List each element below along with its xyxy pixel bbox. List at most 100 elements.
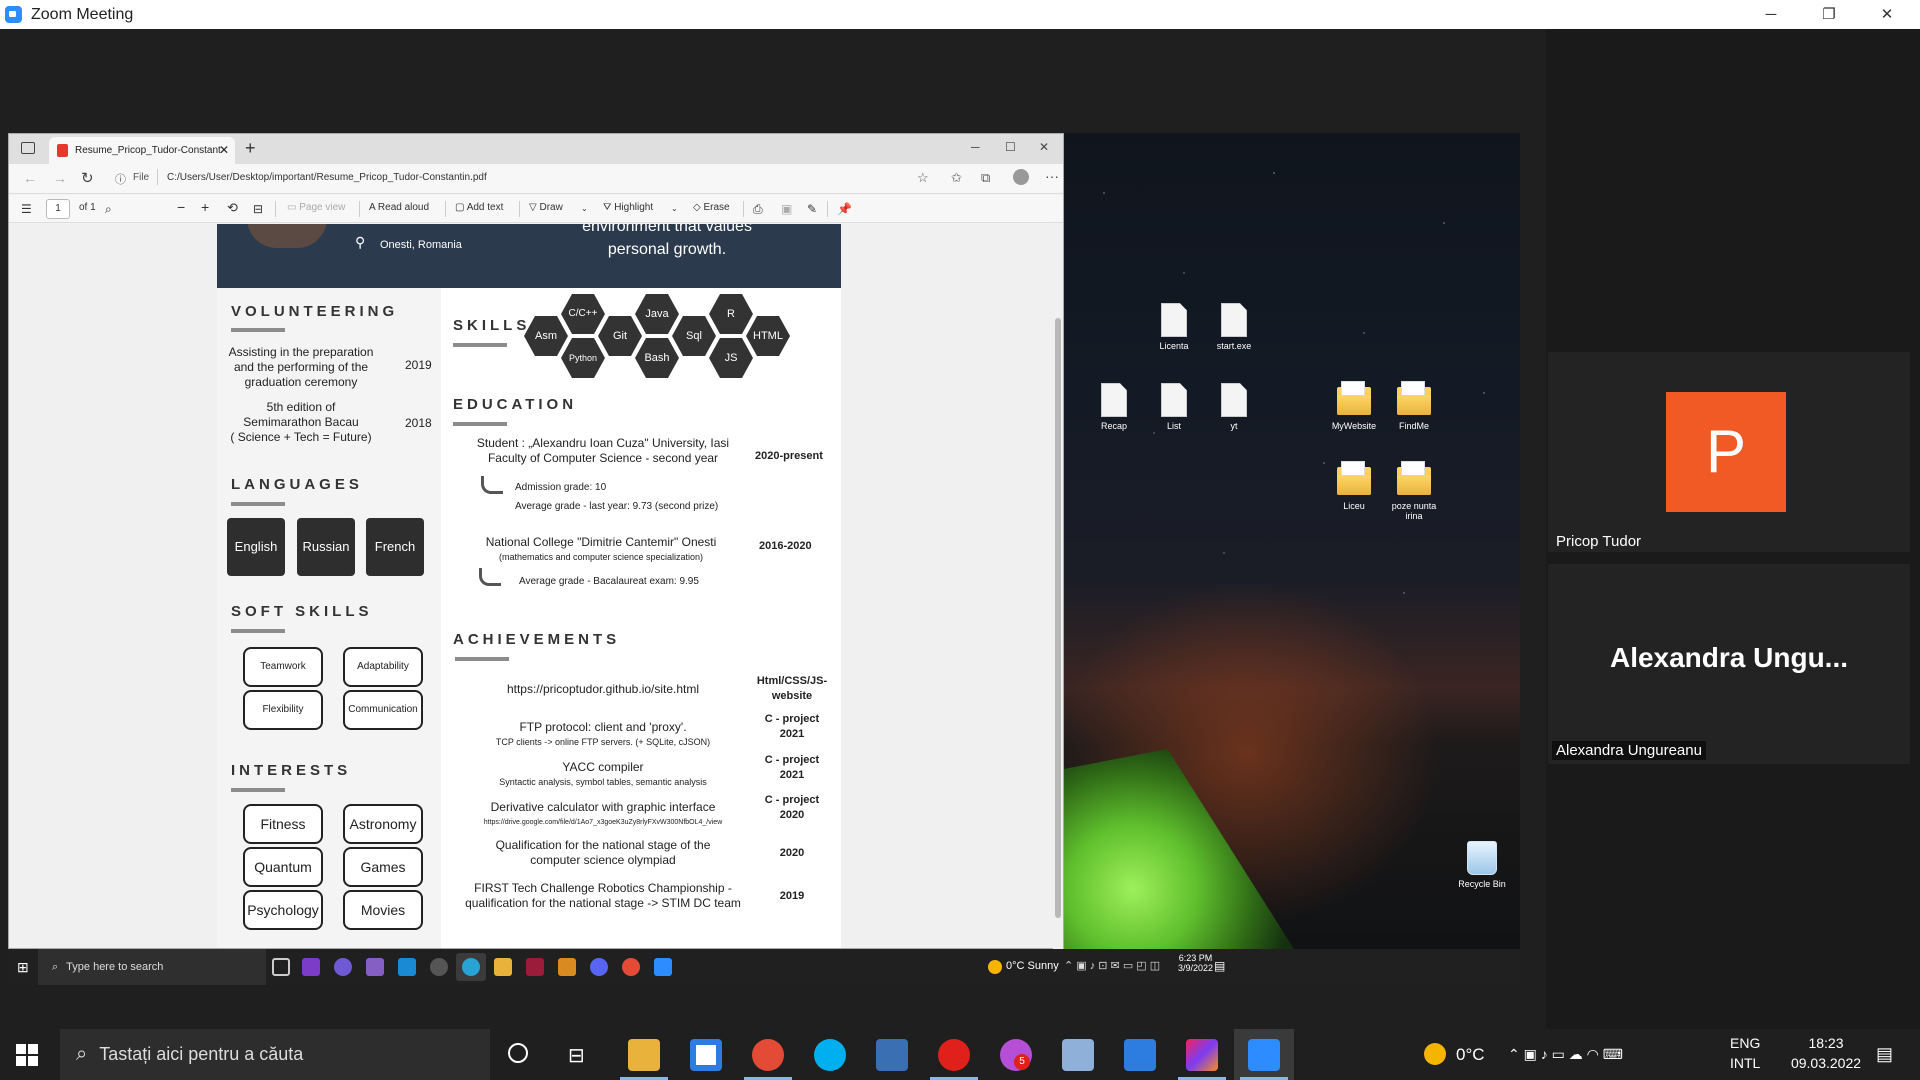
edge-minimize-icon[interactable]: ─ [971, 140, 980, 154]
read-aloud-button[interactable]: A︎ Read aloud [369, 202, 429, 213]
action-center-icon[interactable]: ▤ [1876, 1029, 1893, 1080]
desktop-icon-recycle-bin[interactable]: Recycle Bin [1450, 841, 1514, 889]
remote-task-view-icon[interactable] [272, 958, 290, 976]
volunteering-item: 5th edition of Semimarathon Bacau ( Scie… [230, 400, 372, 444]
minimize-button[interactable]: ─ [1742, 0, 1800, 29]
remote-search-box[interactable]: ⌕ Type here to search [38, 949, 266, 985]
taskbar-search-box[interactable]: ⌕ Tastați aici pentru a căuta [60, 1029, 490, 1080]
more-menu-icon[interactable]: ··· [1045, 168, 1059, 184]
remote-edge-icon[interactable] [462, 958, 480, 976]
scrollbar-thumb[interactable] [1055, 318, 1061, 918]
tray-icons[interactable]: ⌃ ▣ ♪ ▭ ☁ ◠ ⌨ [1508, 1029, 1623, 1080]
remote-app-icon[interactable] [558, 958, 576, 976]
add-text-button[interactable]: ▢ Add text [455, 202, 503, 213]
skype-icon[interactable] [814, 1039, 846, 1071]
info-icon: ⓘ [115, 174, 126, 186]
pin-toolbar-icon[interactable]: 📌 [837, 202, 852, 216]
restore-button[interactable]: ❐ [1800, 0, 1858, 29]
zoom-icon[interactable] [1248, 1039, 1280, 1071]
collections-icon[interactable]: ⧉ [981, 170, 990, 186]
remote-app-icon[interactable] [302, 958, 320, 976]
store-icon[interactable] [690, 1039, 722, 1071]
clock[interactable]: 18:23 09.03.2022 [1788, 1035, 1864, 1071]
zoom-in-icon[interactable]: + [201, 199, 209, 215]
weather-temperature[interactable]: 0°C [1456, 1029, 1485, 1080]
desktop-icon-list[interactable]: List [1142, 383, 1206, 431]
browser-tab-resume[interactable]: Resume_Pricop_Tudor-Constant ✕ [49, 137, 235, 164]
profile-avatar[interactable] [1013, 169, 1029, 185]
erase-button[interactable]: ◇ Erase [693, 202, 730, 213]
app-icon[interactable] [1062, 1039, 1094, 1071]
calculator-icon[interactable] [876, 1039, 908, 1071]
mail-icon[interactable] [1124, 1039, 1156, 1071]
close-button[interactable]: ✕ [1858, 0, 1916, 29]
edge-maximize-icon[interactable]: ☐ [1005, 140, 1016, 154]
desktop-icon-findme[interactable]: FindMe [1382, 381, 1446, 431]
tab-actions-icon[interactable] [21, 142, 35, 154]
cortana-icon[interactable] [508, 1043, 528, 1063]
file-explorer-icon[interactable] [628, 1039, 660, 1071]
print-icon[interactable]: ⎙ [753, 202, 763, 217]
notification-badge: 5 [1014, 1054, 1030, 1070]
remote-notification-icon[interactable]: ▤ [1214, 959, 1225, 973]
draw-options-chevron-icon[interactable]: ⌄ [581, 204, 588, 213]
page-view-button[interactable]: ▭ Page view [287, 202, 345, 213]
remote-weather[interactable]: 0°C Sunny [1006, 960, 1059, 972]
soft-skill-pill: Teamwork [243, 647, 323, 687]
address-url[interactable]: C:/Users/User/Desktop/important/Resume_P… [167, 172, 487, 183]
desktop-icon-poze-nunta-irina[interactable]: poze nunta irina [1382, 461, 1446, 521]
remote-start-icon[interactable]: ⊞ [17, 959, 29, 976]
chrome-icon[interactable] [752, 1039, 784, 1071]
refresh-icon[interactable]: ↻ [81, 169, 94, 187]
remote-chrome-icon[interactable] [622, 958, 640, 976]
zoom-out-icon[interactable]: − [177, 199, 185, 215]
highlight-button[interactable]: ⛛ Highlight [603, 202, 653, 213]
edge-close-icon[interactable]: ✕ [1039, 140, 1049, 154]
desktop-icon-liceu[interactable]: Liceu [1322, 461, 1386, 511]
skill-hex: Git [598, 316, 642, 356]
desktop-icon-mywebsite[interactable]: MyWebsite [1322, 381, 1386, 431]
fit-page-icon[interactable]: ⊟ [253, 202, 263, 216]
contents-icon[interactable]: ☰ [21, 202, 32, 216]
start-button[interactable] [16, 1044, 38, 1066]
remote-github-icon[interactable] [334, 958, 352, 976]
close-tab-icon[interactable]: ✕ [219, 143, 229, 157]
remote-clock[interactable]: 6:23 PM 3/9/2022 [1178, 953, 1213, 973]
language-indicator[interactable]: ENG INTL [1730, 1035, 1760, 1071]
folder-icon [1397, 461, 1431, 495]
rotate-icon[interactable]: ⟲ [227, 200, 238, 216]
remote-zoom-icon[interactable] [654, 958, 672, 976]
forward-icon[interactable]: → [53, 170, 67, 186]
participant-tile-pricop[interactable]: P Pricop Tudor [1548, 352, 1910, 552]
pdf-viewer-area[interactable]: ⚲ Onesti, Romania environment that value… [9, 224, 1055, 948]
favorites-icon[interactable]: ✩ [951, 170, 962, 186]
remote-tray-icons[interactable]: ⌃ ▣ ♪ ⊡ ✉ ▭ ◰ ◫ [1064, 959, 1160, 972]
back-icon[interactable]: ← [23, 170, 37, 186]
save-as-icon[interactable]: ✎ [807, 202, 817, 216]
participant-tile-alexandra[interactable]: Alexandra Ungu... Alexandra Ungureanu [1548, 564, 1910, 764]
new-tab-button[interactable]: + [245, 138, 256, 159]
remote-visual-studio-icon[interactable] [366, 958, 384, 976]
draw-button[interactable]: ▽ Draw [529, 202, 563, 213]
remote-vscode-icon[interactable] [398, 958, 416, 976]
opera-icon[interactable] [938, 1039, 970, 1071]
pdf-scrollbar[interactable] [1053, 223, 1063, 949]
save-icon[interactable]: ▣ [781, 202, 792, 216]
remote-app-icon[interactable] [430, 958, 448, 976]
intellij-icon[interactable] [1186, 1039, 1218, 1071]
desktop-icon-licenta[interactable]: Licenta [1142, 303, 1206, 351]
desktop-icon-recap[interactable]: Recap [1082, 383, 1146, 431]
remote-explorer-icon[interactable] [494, 958, 512, 976]
find-icon[interactable]: ⌕ [105, 202, 112, 217]
arrow-icon [481, 476, 503, 494]
highlight-options-chevron-icon[interactable]: ⌄ [671, 204, 678, 213]
task-view-icon[interactable]: ⊟ [568, 1043, 585, 1068]
remote-app-icon[interactable] [526, 958, 544, 976]
resume-location: Onesti, Romania [380, 239, 462, 251]
favorite-star-icon[interactable]: ☆ [917, 170, 929, 186]
desktop-icon-start-exe[interactable]: start.exe [1202, 303, 1266, 351]
page-number-input[interactable]: 1 [46, 199, 70, 219]
desktop-icon-yt[interactable]: yt [1202, 383, 1266, 431]
remote-discord-icon[interactable] [590, 958, 608, 976]
zoom-titlebar: Zoom Meeting ─ ❐ ✕ [0, 0, 1920, 29]
